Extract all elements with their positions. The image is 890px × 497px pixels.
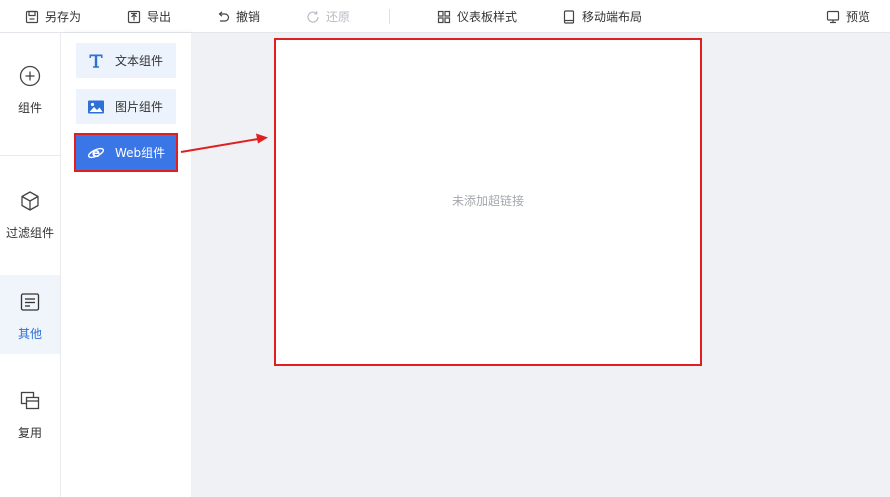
export-icon	[127, 10, 141, 23]
save-as-label: 另存为	[45, 10, 82, 24]
web-placeholder-text: 未添加超链接	[451, 193, 524, 208]
plus-circle-icon	[19, 65, 41, 87]
mobile-icon	[563, 9, 575, 24]
rail-divider	[0, 155, 60, 156]
web-component-frame[interactable]: 未添加超链接	[274, 38, 702, 366]
rail-item-label: 复用	[17, 426, 42, 440]
rail-item-label: 其他	[17, 327, 42, 341]
copy-icon	[20, 391, 40, 410]
monitor-icon	[826, 10, 840, 23]
image-icon	[88, 100, 104, 113]
grid-icon	[437, 10, 451, 23]
undo-label: 撤销	[236, 10, 261, 24]
dashboard-style-label: 仪表板样式	[457, 10, 518, 24]
web-icon: e	[87, 146, 105, 160]
rail-item-label: 过滤组件	[5, 226, 54, 240]
mobile-layout-label: 移动端布局	[582, 10, 643, 24]
rail-item-label: 组件	[17, 101, 42, 115]
text-icon	[89, 54, 103, 68]
rail-item-other[interactable]: 其他	[0, 275, 60, 354]
redo-icon	[307, 10, 319, 23]
text-component-label: 文本组件	[115, 54, 164, 68]
text-component[interactable]: 文本组件	[76, 43, 176, 78]
rail-item-reuse[interactable]: 复用	[0, 390, 60, 450]
image-component[interactable]: 图片组件	[76, 89, 176, 124]
undo-button[interactable]: 撤销	[216, 0, 260, 33]
mobile-layout-button[interactable]: 移动端布局	[562, 0, 642, 33]
export-label: 导出	[147, 10, 172, 24]
left-rail: 组件 过滤组件 其他 复用	[0, 33, 61, 497]
top-toolbar: 另存为 导出 撤销 还原 仪表板样式 移动端布局 预览	[0, 0, 890, 33]
redo-button[interactable]: 还原	[306, 0, 350, 33]
document-icon	[20, 293, 40, 311]
undo-icon	[218, 10, 230, 22]
preview-button[interactable]: 预览	[826, 0, 870, 33]
redo-label: 还原	[326, 10, 351, 24]
image-component-label: 图片组件	[115, 100, 164, 114]
components-panel: 文本组件 图片组件 e Web组件	[61, 33, 191, 497]
web-component-label: Web组件	[115, 146, 166, 160]
web-component[interactable]: e Web组件	[74, 133, 178, 172]
svg-text:e: e	[92, 146, 100, 160]
save-as-button[interactable]: 另存为	[25, 0, 81, 33]
toolbar-divider	[389, 9, 390, 24]
cube-icon	[21, 191, 39, 211]
export-button[interactable]: 导出	[127, 0, 171, 33]
dashboard-style-button[interactable]: 仪表板样式	[437, 0, 517, 33]
preview-label: 预览	[846, 10, 871, 24]
rail-item-filter-components[interactable]: 过滤组件	[0, 190, 60, 250]
rail-item-components[interactable]: 组件	[0, 65, 60, 125]
save-icon	[25, 10, 39, 23]
